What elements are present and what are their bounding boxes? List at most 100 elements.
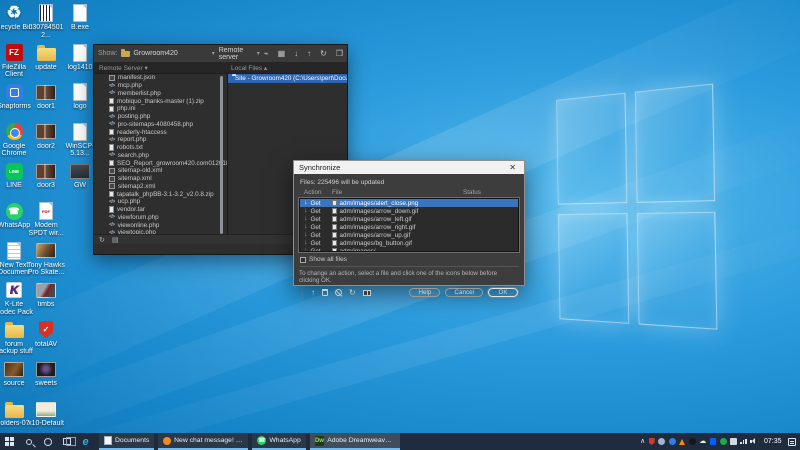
taskbar-app-dw[interactable]: DwAdobe Dreamweaver ...: [310, 433, 400, 450]
task-view-icon[interactable]: [57, 433, 76, 450]
remote-file-row[interactable]: sitemap2.xml: [94, 183, 227, 191]
remote-file-list: manifest.json</>mcp.php</>memberlist.php…: [94, 74, 227, 244]
desktop-icon[interactable]: timbs: [27, 280, 65, 309]
show-all-files-row[interactable]: Show all files: [294, 252, 524, 265]
help-button[interactable]: Help: [409, 288, 440, 297]
remote-file-row[interactable]: </>ucp.php: [94, 198, 227, 206]
vlc-tray-icon[interactable]: [679, 439, 685, 445]
display-tray-icon[interactable]: [730, 438, 737, 445]
desktop-icon[interactable]: update: [27, 43, 65, 72]
data-file-icon: [109, 176, 115, 182]
desktop-icon[interactable]: x10-Default: [27, 399, 65, 428]
steam-tray-icon[interactable]: [689, 438, 696, 445]
desktop-icon-label: door2: [27, 143, 65, 151]
ignore-action-icon[interactable]: [335, 289, 342, 296]
sync-file-row[interactable]: ↓Getadm/images/arrow_down.gif: [300, 207, 518, 215]
desktop-icon[interactable]: door1: [27, 82, 65, 111]
start-button[interactable]: [0, 433, 19, 450]
taskbar-clock[interactable]: 07:35: [761, 438, 785, 445]
remote-file-row[interactable]: tapatalk_phpBB-3.1-3.2_v2.0.8.zip: [94, 190, 227, 198]
remote-file-row[interactable]: </>memberlist.php: [94, 90, 227, 98]
game-shortcut-icon: [34, 241, 58, 261]
remote-file-row[interactable]: </>mcp.php: [94, 82, 227, 90]
sync-file-row[interactable]: ↓Getadm/images/alert_close.png: [300, 199, 518, 207]
remote-file-row[interactable]: </>report.php: [94, 136, 227, 144]
remote-list-scrollbar[interactable]: [220, 76, 223, 234]
code-file-icon: </>: [109, 121, 115, 127]
page-file-icon: [109, 98, 114, 105]
taskbar-app-explorer[interactable]: Documents: [99, 433, 154, 450]
refresh-view-icon[interactable]: ▦: [278, 50, 286, 58]
put-files-icon[interactable]: ↑: [307, 50, 311, 58]
taskbar-app-wa[interactable]: ☎WhatsApp: [252, 433, 305, 450]
delete-action-icon[interactable]: [322, 289, 328, 296]
site-dropdown[interactable]: Growroom420 ▾: [121, 50, 214, 57]
get-action-icon[interactable]: ↓: [300, 289, 304, 297]
show-all-files-checkbox[interactable]: [300, 257, 306, 263]
view-mode-dropdown[interactable]: Remote server ▾: [219, 47, 260, 61]
antivirus-tray-icon[interactable]: [649, 438, 655, 445]
desktop-icon-label: update: [27, 64, 65, 72]
desktop-icon[interactable]: 0307845012...: [27, 3, 65, 39]
sync-file-row[interactable]: ↓Getadm/images/arrow_left.gif: [300, 215, 518, 223]
code-file-icon: </>: [109, 137, 115, 143]
ok-button[interactable]: OK: [488, 288, 518, 297]
compare-action-icon[interactable]: [363, 290, 371, 296]
desktop-icon[interactable]: PDFModem SPDT wir...: [27, 201, 65, 237]
remote-file-row[interactable]: sitemap.xml: [94, 175, 227, 183]
synchronize-action-icon[interactable]: ↻: [349, 289, 356, 297]
synchronize-icon[interactable]: ↻: [320, 50, 327, 58]
refresh-icon[interactable]: ↻: [99, 236, 105, 244]
sync-file-row[interactable]: ↓Getadm/images/bg_button.gif: [300, 239, 518, 247]
sync-file-row[interactable]: ↓Getadm/images/arrow_up.gif: [300, 231, 518, 239]
desktop-icon-label: 0307845012...: [27, 24, 65, 39]
file-icon: [68, 82, 92, 102]
remote-file-row[interactable]: mobiquo_thanks-master (1).zip: [94, 97, 227, 105]
get-files-icon[interactable]: ↓: [294, 50, 298, 58]
sync-file-row[interactable]: ↓Getadm/images/arrow_right.gif: [300, 223, 518, 231]
taskbar-app-chat[interactable]: New chat message! - ...: [158, 433, 248, 450]
hidden-icons-chevron[interactable]: ∧: [640, 438, 645, 445]
desktop-icon[interactable]: ✓totalAV: [27, 320, 65, 349]
network-signal-icon[interactable]: [740, 439, 747, 445]
remote-file-row[interactable]: </>pro-sitemaps-4080458.php: [94, 121, 227, 129]
remote-file-row[interactable]: </>viewforum.php: [94, 214, 227, 222]
connect-icon[interactable]: ⌁: [264, 50, 269, 58]
settings-gear-icon[interactable]: [658, 438, 665, 445]
dialog-titlebar[interactable]: Synchronize ✕: [294, 161, 524, 174]
cortana-icon[interactable]: [38, 433, 57, 450]
remote-file-row[interactable]: vendor.tar: [94, 206, 227, 214]
search-icon[interactable]: [19, 433, 38, 450]
pdf-document-icon: PDF: [34, 201, 58, 221]
remote-file-row[interactable]: robots.txt: [94, 144, 227, 152]
remote-file-row[interactable]: sitemap-old.xml: [94, 167, 227, 175]
remote-file-row[interactable]: </>viewonline.php: [94, 221, 227, 229]
cancel-button[interactable]: Cancel: [445, 288, 483, 297]
remote-file-row[interactable]: </>posting.php: [94, 113, 227, 121]
desktop-icon[interactable]: B.exe: [61, 3, 99, 32]
remote-file-row[interactable]: php.ini: [94, 105, 227, 113]
onedrive-cloud-icon[interactable]: ☁: [699, 438, 706, 445]
edge-icon[interactable]: e: [76, 433, 95, 450]
taskbar: e DocumentsNew chat message! - ...☎Whats…: [0, 433, 800, 450]
local-site-row[interactable]: Site - Growroom420 (C:\Users\pert\Docume…: [228, 74, 347, 83]
remote-file-row[interactable]: SEO_Report_growroom420.com0120181...: [94, 159, 227, 167]
photo-icon: [34, 280, 58, 300]
green-app-tray-icon[interactable]: [720, 438, 727, 445]
page-file-icon: [109, 160, 114, 167]
desktop-icon[interactable]: door3: [27, 161, 65, 190]
desktop-icon[interactable]: door2: [27, 122, 65, 151]
desktop-icon[interactable]: Tony Hawks Pro Skate...: [27, 241, 65, 277]
expand-panel-icon[interactable]: ❒: [336, 50, 343, 58]
remote-file-row[interactable]: </>search.php: [94, 152, 227, 160]
action-center-icon[interactable]: [788, 438, 796, 446]
close-icon[interactable]: ✕: [506, 163, 519, 172]
dropbox-tray-icon[interactable]: [710, 438, 717, 445]
update-tray-icon[interactable]: [669, 438, 676, 445]
put-action-icon[interactable]: ↑: [311, 289, 315, 297]
volume-icon[interactable]: [750, 438, 757, 445]
ftp-log-icon[interactable]: ▤: [112, 236, 119, 244]
desktop-icon[interactable]: sweets: [27, 359, 65, 388]
remote-file-row[interactable]: readerly-htaccess: [94, 128, 227, 136]
remote-file-row[interactable]: manifest.json: [94, 74, 227, 82]
